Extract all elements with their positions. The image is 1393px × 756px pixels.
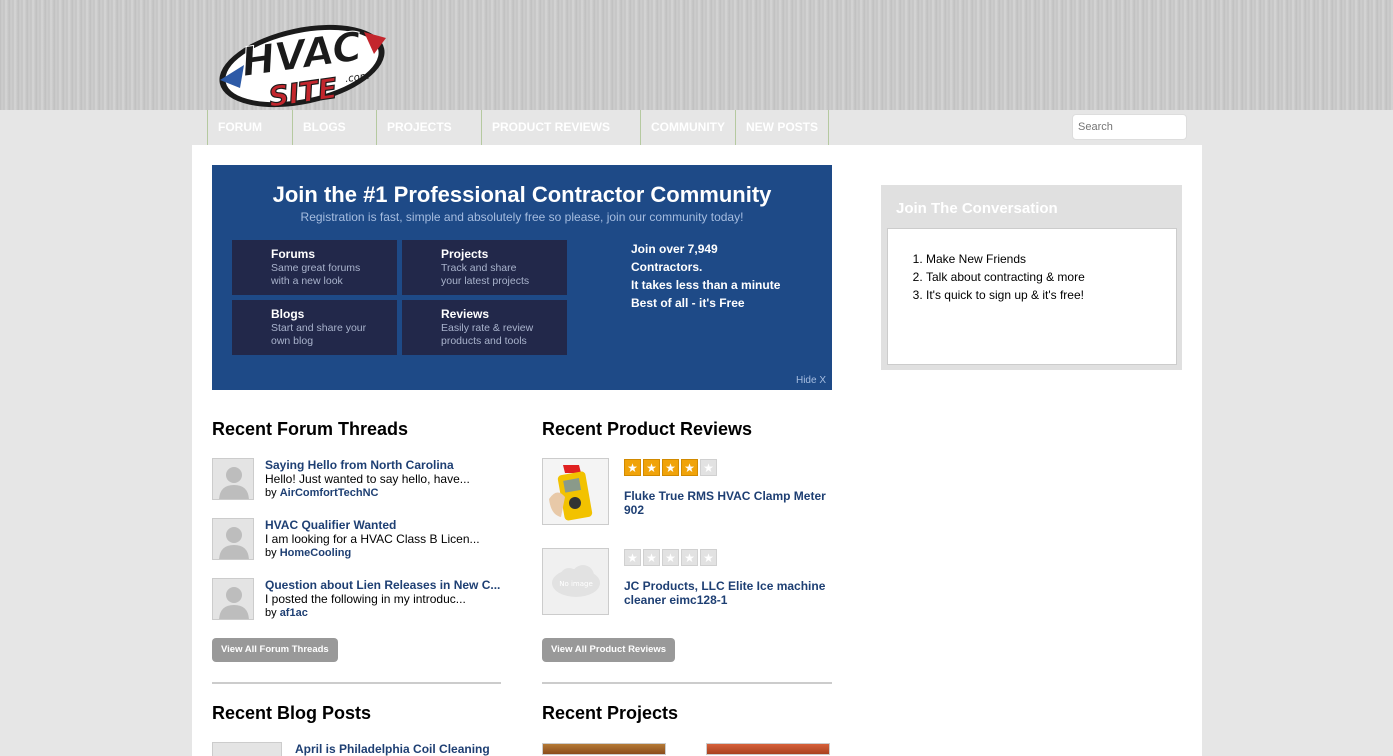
sidebar-inner: Make New Friends Talk about contracting …	[887, 228, 1177, 365]
star-filled-icon: ★	[662, 459, 679, 476]
join-line: Contractors.	[631, 260, 703, 274]
tile-desc: your latest projects	[441, 275, 530, 287]
star-filled-icon: ★	[681, 459, 698, 476]
thread-author-link[interactable]: af1ac	[280, 607, 308, 619]
tile-title: Blogs	[271, 307, 305, 321]
thread-excerpt: I am looking for a HVAC Class B Licen...	[265, 532, 480, 546]
avatar[interactable]	[212, 742, 282, 756]
list-item: It's quick to sign up & it's free!	[926, 286, 1085, 304]
star-filled-icon: ★	[643, 459, 660, 476]
list-item: Talk about contracting & more	[926, 268, 1085, 286]
reviews-section-title: Recent Product Reviews	[542, 419, 753, 439]
tile-title: Forums	[271, 247, 316, 261]
tile-desc: own blog	[271, 335, 314, 347]
review-title-link[interactable]: JC Products, LLC Elite Ice machine clean…	[624, 579, 834, 607]
search-input[interactable]	[1072, 114, 1187, 140]
projects-section-title: Recent Projects	[542, 703, 679, 723]
tile-blogs[interactable]: Blogs Start and share your own blog	[232, 300, 397, 355]
tile-title: Projects	[441, 247, 489, 261]
forum-section-title: Recent Forum Threads	[212, 419, 409, 439]
join-line: Join over 7,949	[631, 242, 718, 256]
user-silhouette-icon	[219, 587, 249, 619]
list-item: Make New Friends	[926, 250, 1085, 268]
user-silhouette-icon	[219, 467, 249, 499]
tile-desc: with a new look	[271, 275, 343, 287]
sidebar-list: Make New Friends Talk about contracting …	[926, 250, 1085, 304]
nav-forum[interactable]: FORUM	[207, 110, 292, 145]
thread-excerpt: Hello! Just wanted to say hello, have...	[265, 472, 470, 486]
review-title-link[interactable]: Fluke True RMS HVAC Clamp Meter 902	[624, 489, 834, 517]
product-thumbnail[interactable]: No image	[542, 548, 609, 615]
main-nav: FORUM BLOGS PROJECTS PRODUCT REVIEWS COM…	[207, 110, 829, 145]
tile-projects[interactable]: Projects Track and share your latest pro…	[402, 240, 567, 295]
join-conversation-box: Join The Conversation Make New Friends T…	[881, 185, 1182, 370]
thread-excerpt: I posted the following in my introduc...	[265, 592, 466, 606]
blog-section-title: Recent Blog Posts	[212, 703, 372, 723]
join-line: Best of all - it's Free	[631, 296, 745, 310]
sidebar-title: Join The Conversation	[896, 200, 1058, 217]
thread-title-link[interactable]: Saying Hello from North Carolina	[265, 458, 454, 472]
thread-byline: by af1ac	[265, 607, 308, 619]
thread-author-link[interactable]: AirComfortTechNC	[280, 487, 379, 499]
clamp-meter-image	[543, 459, 608, 524]
star-empty-icon: ★	[624, 549, 641, 566]
avatar[interactable]	[212, 518, 254, 560]
section-divider	[542, 682, 832, 684]
avatar[interactable]	[212, 578, 254, 620]
star-empty-icon: ★	[681, 549, 698, 566]
tile-desc: Same great forums	[271, 262, 361, 274]
thread-byline: by HomeCooling	[265, 547, 351, 559]
tile-desc: products and tools	[441, 335, 527, 347]
svg-text:No image: No image	[559, 580, 593, 588]
tile-forums[interactable]: Forums Same great forums with a new look	[232, 240, 397, 295]
join-banner: Join the #1 Professional Contractor Comm…	[212, 165, 832, 390]
by-label: by	[265, 487, 277, 499]
tile-desc: Start and share your	[271, 322, 367, 334]
user-silhouette-icon	[219, 527, 249, 559]
hide-banner-link[interactable]: Hide X	[796, 375, 826, 386]
banner-subtitle: Registration is fast, simple and absolut…	[300, 210, 744, 224]
by-label: by	[265, 607, 277, 619]
nav-community[interactable]: COMMUNITY	[640, 110, 735, 145]
tile-desc: Track and share	[441, 262, 517, 274]
tile-reviews[interactable]: Reviews Easily rate & review products an…	[402, 300, 567, 355]
join-line: It takes less than a minute	[631, 278, 781, 292]
project-thumbnail[interactable]	[542, 743, 666, 755]
nav-product-reviews[interactable]: PRODUCT REVIEWS	[481, 110, 640, 145]
join-info: Join over 7,949 Contractors. It takes le…	[631, 240, 821, 312]
nav-new-posts[interactable]: NEW POSTS	[735, 110, 828, 145]
thread-author-link[interactable]: HomeCooling	[280, 547, 352, 559]
rating-stars: ★ ★ ★ ★ ★	[624, 549, 717, 566]
project-thumbnail[interactable]	[706, 743, 830, 755]
banner-title: Join the #1 Professional Contractor Comm…	[272, 182, 772, 207]
star-empty-icon: ★	[700, 549, 717, 566]
tile-desc: Easily rate & review	[441, 322, 534, 334]
product-thumbnail[interactable]	[542, 458, 609, 525]
view-all-forum-threads-button[interactable]: View All Forum Threads	[212, 638, 338, 662]
hvac-site-logo[interactable]: HVAC SITE .com	[214, 10, 390, 110]
rating-stars: ★ ★ ★ ★ ★	[624, 459, 717, 476]
star-empty-icon: ★	[662, 549, 679, 566]
section-divider	[212, 682, 501, 684]
nav-blogs[interactable]: BLOGS	[292, 110, 376, 145]
by-label: by	[265, 547, 277, 559]
thread-title-link[interactable]: HVAC Qualifier Wanted	[265, 518, 396, 532]
view-all-product-reviews-button[interactable]: View All Product Reviews	[542, 638, 676, 662]
thread-title-link[interactable]: Question about Lien Releases in New C...	[265, 578, 500, 592]
star-filled-icon: ★	[624, 459, 641, 476]
star-empty-icon: ★	[643, 549, 660, 566]
svg-text:.com: .com	[344, 71, 370, 85]
blog-post-title-link[interactable]: April is Philadelphia Coil Cleaning	[295, 742, 490, 756]
nav-projects[interactable]: PROJECTS	[376, 110, 481, 145]
site-header: HVAC SITE .com	[0, 0, 1393, 110]
tile-title: Reviews	[441, 307, 490, 321]
no-image-icon: No image	[543, 549, 608, 614]
thread-byline: by AirComfortTechNC	[265, 487, 378, 499]
star-empty-icon: ★	[700, 459, 717, 476]
avatar[interactable]	[212, 458, 254, 500]
